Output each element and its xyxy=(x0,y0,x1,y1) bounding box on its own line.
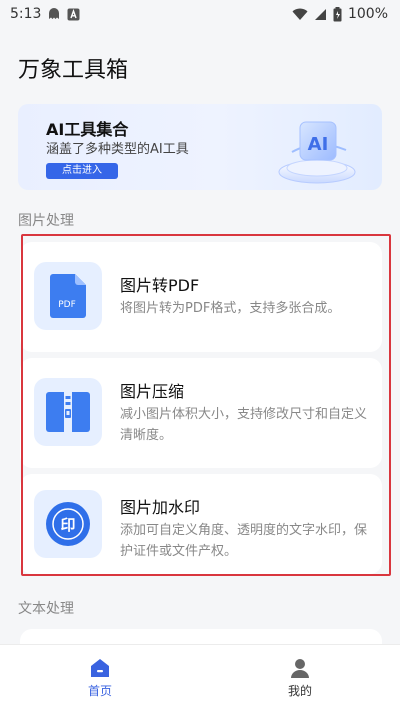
nav-home[interactable]: 首页 xyxy=(0,645,200,711)
section-label-image: 图片处理 xyxy=(18,213,74,229)
banner-subtitle: 涵盖了多种类型的AI工具 xyxy=(46,142,189,157)
ai-3d-illustration-icon: AI xyxy=(278,121,356,184)
section-label-text: 文本处理 xyxy=(18,601,74,617)
battery-icon xyxy=(333,6,342,22)
status-time: 5:13 xyxy=(10,6,42,22)
nav-profile[interactable]: 我的 xyxy=(200,645,400,711)
status-left: 5:13 xyxy=(10,6,80,22)
tool-description: 减小图片体积大小，支持修改尺寸和自定义清晰度。 xyxy=(120,407,368,443)
tool-description: 添加可自定义角度、透明度的文字水印，保护证件或文件产权。 xyxy=(120,523,368,559)
pdf-icon-label: PDF xyxy=(58,300,76,310)
status-right: 100% xyxy=(292,6,388,22)
banner-enter-button[interactable]: 点击进入 xyxy=(46,163,118,179)
user-icon xyxy=(291,658,309,678)
status-bar: 5:13 100% xyxy=(0,0,400,28)
bottom-nav: 首页 我的 xyxy=(0,644,400,711)
app-title: 万象工具箱 xyxy=(18,58,129,83)
compress-icon xyxy=(34,378,102,446)
tool-title: 图片转PDF xyxy=(120,276,200,295)
notification-ghost-icon xyxy=(47,7,61,21)
tool-card-image-compress[interactable]: 图片压缩 减小图片体积大小，支持修改尺寸和自定义清晰度。 xyxy=(20,358,382,468)
tool-title: 图片压缩 xyxy=(120,382,185,401)
banner-title: AI工具集合 xyxy=(46,120,129,139)
home-icon xyxy=(91,658,109,677)
ai-tools-banner[interactable]: AI工具集合 涵盖了多种类型的AI工具 点击进入 AI xyxy=(18,104,382,190)
stamp-icon: 印 xyxy=(34,490,102,558)
pdf-file-icon: PDF xyxy=(34,262,102,330)
stamp-icon-label: 印 xyxy=(60,516,75,534)
tool-title: 图片加水印 xyxy=(120,498,201,517)
banner-art-label: AI xyxy=(308,134,329,155)
wifi-icon xyxy=(292,8,308,21)
tool-card-image-watermark[interactable]: 印 图片加水印 添加可自定义角度、透明度的文字水印，保护证件或文件产权。 xyxy=(20,474,382,574)
notification-a-icon xyxy=(67,8,80,21)
nav-profile-label: 我的 xyxy=(287,683,312,698)
battery-percent: 100% xyxy=(347,6,388,22)
signal-icon xyxy=(314,8,327,21)
tool-description: 将图片转为PDF格式，支持多张合成。 xyxy=(120,301,341,316)
nav-home-label: 首页 xyxy=(87,683,112,698)
tool-card-image-to-pdf[interactable]: PDF 图片转PDF 将图片转为PDF格式，支持多张合成。 xyxy=(20,242,382,352)
